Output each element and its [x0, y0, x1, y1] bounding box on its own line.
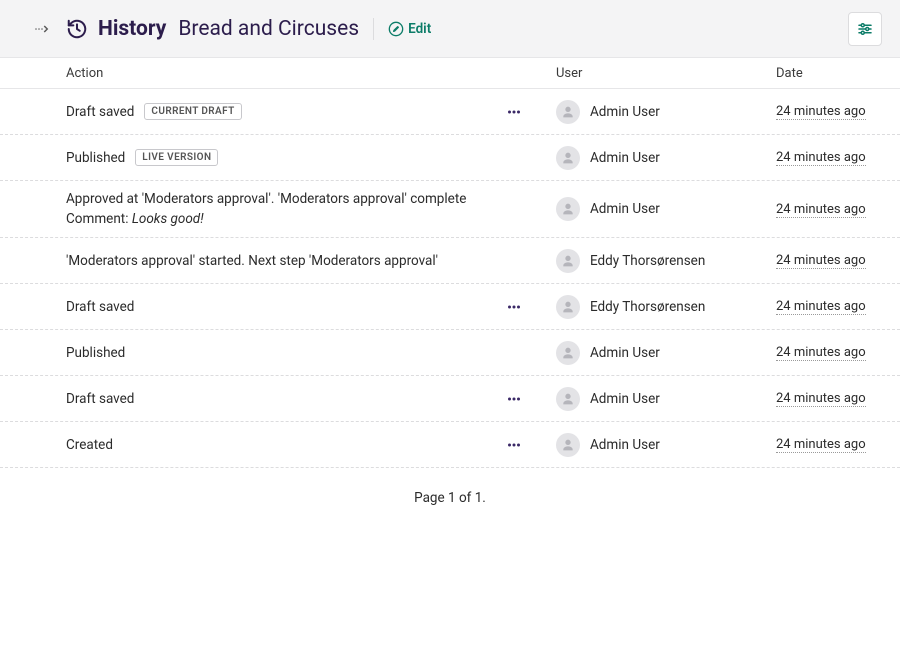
user-name: Admin User — [590, 345, 660, 361]
action-text: 'Moderators approval' started. Next step… — [66, 253, 438, 269]
date-text: 24 minutes ago — [776, 253, 866, 269]
date-cell: 24 minutes ago — [776, 299, 900, 314]
user-cell: Admin User — [556, 433, 776, 457]
user-name: Eddy Thorsørensen — [590, 253, 705, 269]
action-cell: Draft saved — [66, 295, 556, 319]
settings-button[interactable] — [848, 12, 882, 46]
action-text: Published — [66, 345, 125, 361]
avatar-icon — [556, 341, 580, 365]
user-cell: Eddy Thorsørensen — [556, 295, 776, 319]
row-actions-menu-button[interactable] — [502, 387, 526, 411]
avatar-icon — [556, 249, 580, 273]
avatar-icon — [556, 146, 580, 170]
action-cell: Approved at 'Moderators approval'. 'Mode… — [66, 191, 556, 227]
user-name: Admin User — [590, 437, 660, 453]
date-text: 24 minutes ago — [776, 345, 866, 361]
user-cell: Admin User — [556, 100, 776, 124]
action-text: Draft saved — [66, 391, 134, 407]
action-cell: Draft saved CURRENT DRAFT — [66, 100, 556, 124]
user-name: Admin User — [590, 104, 660, 120]
action-cell: Published — [66, 345, 556, 361]
avatar-icon — [556, 197, 580, 221]
action-text: Draft saved — [66, 299, 134, 315]
column-header-date: Date — [776, 66, 900, 81]
action-text: Published — [66, 150, 125, 166]
table-header: Action User Date — [0, 58, 900, 89]
date-cell: 24 minutes ago — [776, 150, 900, 165]
table-row: Approved at 'Moderators approval'. 'Mode… — [0, 181, 900, 238]
date-text: 24 minutes ago — [776, 299, 866, 315]
page-header: History Bread and Circuses Edit — [0, 0, 900, 58]
history-rows: Draft saved CURRENT DRAFT Admin User 24 min… — [0, 89, 900, 468]
date-cell: 24 minutes ago — [776, 345, 900, 360]
user-name: Admin User — [590, 201, 660, 217]
date-cell: 24 minutes ago — [776, 104, 900, 119]
user-cell: Admin User — [556, 146, 776, 170]
page-section-title: History — [98, 17, 166, 41]
edit-button[interactable]: Edit — [388, 21, 431, 37]
action-text: Draft saved — [66, 104, 134, 120]
pager-text: Page 1 of 1. — [0, 468, 900, 528]
avatar-icon — [556, 295, 580, 319]
status-badge: LIVE VERSION — [135, 149, 218, 166]
date-text: 24 minutes ago — [776, 437, 866, 453]
date-text: 24 minutes ago — [776, 104, 866, 120]
edit-button-label: Edit — [408, 21, 431, 37]
row-actions-menu-button[interactable] — [502, 433, 526, 457]
column-header-action: Action — [66, 66, 556, 81]
date-text: 24 minutes ago — [776, 391, 866, 407]
table-row: Draft saved Eddy Thorsørensen 24 minutes a… — [0, 284, 900, 330]
user-cell: Admin User — [556, 197, 776, 221]
table-row: Published LIVE VERSION Admin User 24 minute… — [0, 135, 900, 181]
table-row: Published Admin User 24 minutes ago — [0, 330, 900, 376]
table-row: Draft saved Admin User 24 minutes ago — [0, 376, 900, 422]
action-text: Created — [66, 437, 113, 453]
row-actions-menu-button[interactable] — [502, 100, 526, 124]
date-text: 24 minutes ago — [776, 202, 866, 218]
avatar-icon — [556, 433, 580, 457]
action-cell: Published LIVE VERSION — [66, 149, 556, 166]
status-badge: CURRENT DRAFT — [144, 103, 241, 120]
user-name: Admin User — [590, 391, 660, 407]
action-cell: Draft saved — [66, 387, 556, 411]
date-cell: 24 minutes ago — [776, 437, 900, 452]
user-cell: Eddy Thorsørensen — [556, 249, 776, 273]
action-comment: Comment: Looks good! — [66, 211, 536, 227]
row-actions-menu-button[interactable] — [502, 295, 526, 319]
table-row: Created Admin User 24 minutes ago — [0, 422, 900, 468]
page-title: Bread and Circuses — [178, 17, 359, 41]
date-cell: 24 minutes ago — [776, 391, 900, 406]
avatar-icon — [556, 100, 580, 124]
date-cell: 24 minutes ago — [776, 202, 900, 217]
user-cell: Admin User — [556, 341, 776, 365]
table-row: 'Moderators approval' started. Next step… — [0, 238, 900, 284]
column-header-user: User — [556, 66, 776, 81]
action-cell: Created — [66, 433, 556, 457]
expand-sidebar-button[interactable] — [30, 17, 54, 41]
date-cell: 24 minutes ago — [776, 253, 900, 268]
table-row: Draft saved CURRENT DRAFT Admin User 24 min… — [0, 89, 900, 135]
avatar-icon — [556, 387, 580, 411]
user-name: Admin User — [590, 150, 660, 166]
user-name: Eddy Thorsørensen — [590, 299, 705, 315]
history-icon — [66, 18, 88, 40]
date-text: 24 minutes ago — [776, 150, 866, 166]
action-text: Approved at 'Moderators approval'. 'Mode… — [66, 191, 536, 207]
action-cell: 'Moderators approval' started. Next step… — [66, 253, 556, 269]
user-cell: Admin User — [556, 387, 776, 411]
header-divider — [373, 18, 374, 40]
